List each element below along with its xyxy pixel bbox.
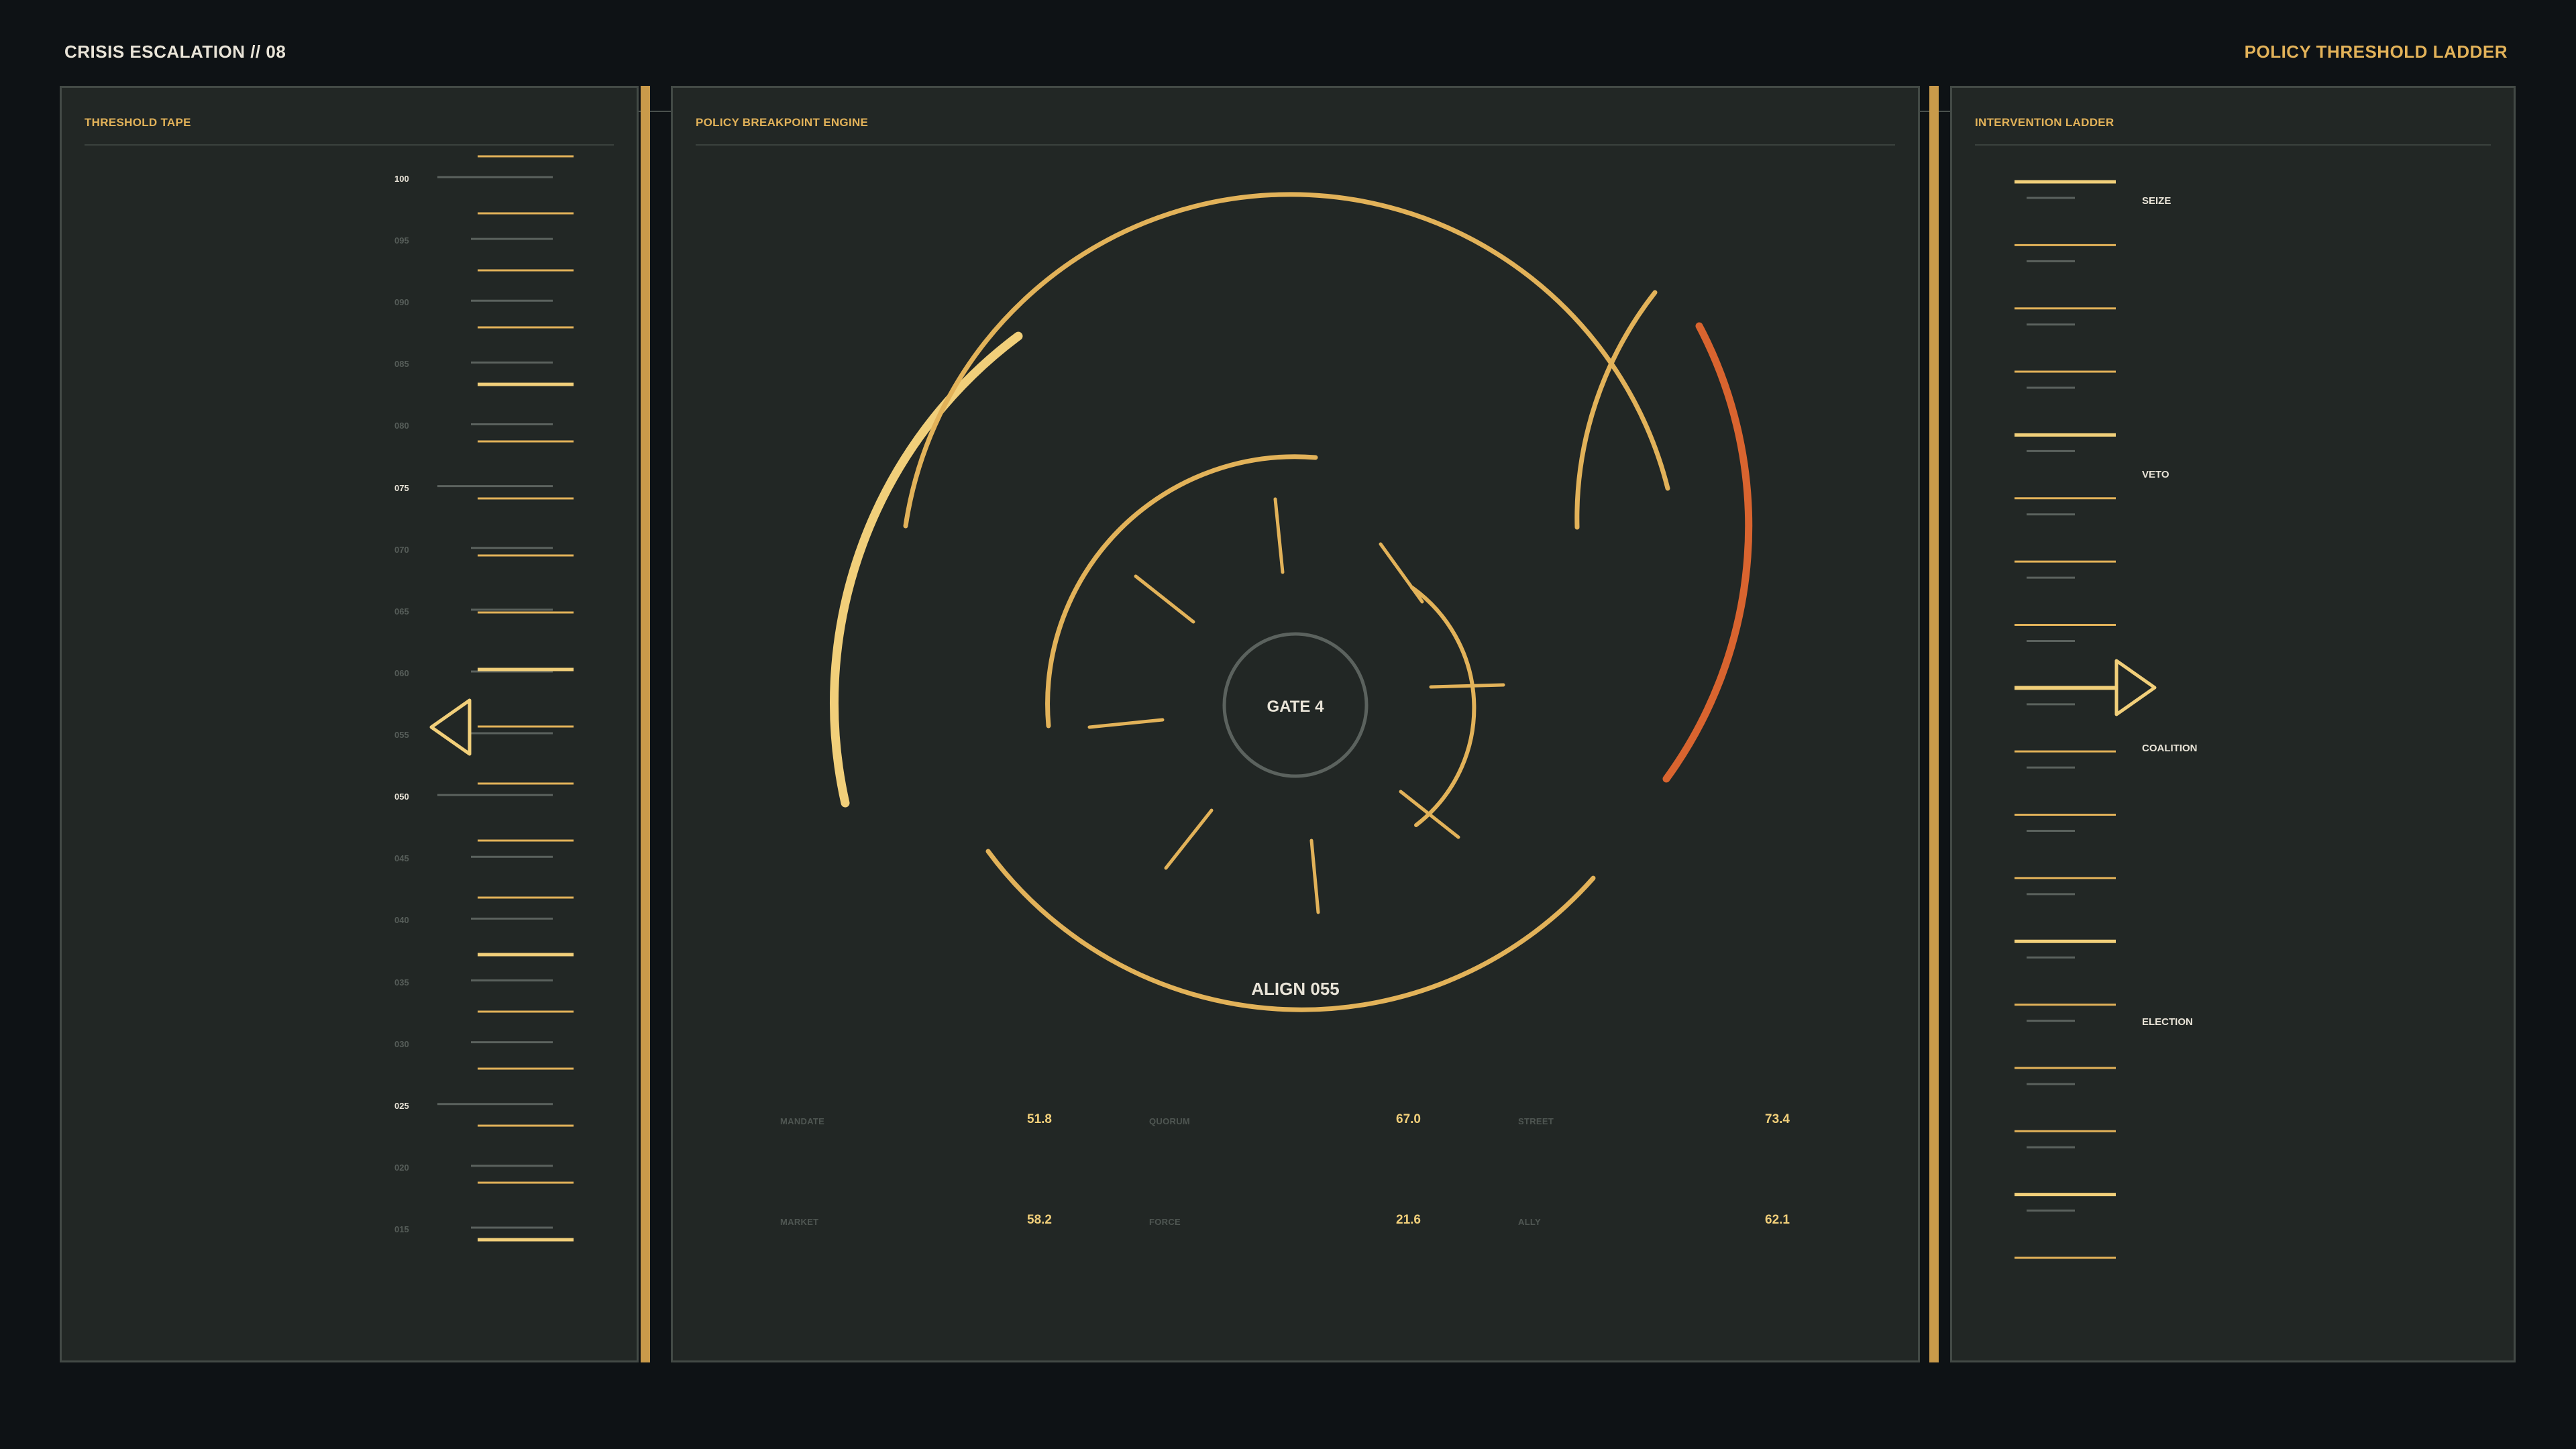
alert-arc bbox=[1662, 322, 1753, 783]
align-label: ALIGN 055 bbox=[1251, 979, 1340, 999]
metric-label: ALLY bbox=[1518, 1217, 1541, 1227]
metric-value: 73.4 bbox=[1765, 1112, 1790, 1126]
breakpoint-spoke bbox=[1309, 839, 1320, 914]
outer-ring-arc-highlight bbox=[829, 331, 1023, 808]
app-title: CRISIS ESCALATION // 08 bbox=[64, 42, 286, 62]
breakpoint-dial: GATE 4 ALIGN 055 bbox=[829, 192, 1753, 1012]
gate-label: GATE 4 bbox=[1267, 698, 1325, 716]
tape-ticks bbox=[429, 155, 574, 1242]
threshold-tape-panel: THRESHOLD TAPE 100 095 090 085 080 075 070 065 0… bbox=[60, 86, 639, 1362]
ladder-marker-icon bbox=[2114, 659, 2157, 716]
outer-ring-arc bbox=[903, 192, 1670, 529]
metric-label: MARKET bbox=[780, 1217, 819, 1227]
metric-label: QUORUM bbox=[1149, 1116, 1191, 1126]
breakpoint-spoke bbox=[1379, 542, 1424, 604]
section-title: POLICY THRESHOLD LADDER bbox=[2244, 42, 2508, 62]
metric-value: 67.0 bbox=[1396, 1112, 1421, 1126]
breakpoint-engine-panel: POLICY BREAKPOINT ENGINE GATE 4 ALIGN 05… bbox=[671, 86, 1920, 1362]
divider-rail bbox=[1929, 86, 1939, 1362]
divider-rail bbox=[641, 86, 650, 1362]
metric-value: 62.1 bbox=[1765, 1213, 1790, 1227]
intervention-ladder-panel: INTERVENTION LADDER SEIZE VETO COALITION EL… bbox=[1950, 86, 2516, 1362]
breakpoint-spoke bbox=[1399, 790, 1460, 839]
breakpoint-spoke bbox=[1134, 574, 1195, 624]
metric-value: 51.8 bbox=[1027, 1112, 1052, 1126]
metric-value: 58.2 bbox=[1027, 1213, 1052, 1227]
breakpoint-spoke bbox=[1273, 497, 1285, 574]
metric-label: FORCE bbox=[1149, 1217, 1181, 1227]
threshold-marker-icon bbox=[429, 698, 472, 756]
inner-ring-arc bbox=[1410, 586, 1477, 827]
outer-ring-arc bbox=[1574, 290, 1658, 530]
metric-label: MANDATE bbox=[780, 1116, 825, 1126]
breakpoint-spoke bbox=[1164, 808, 1214, 870]
breakpoint-spoke bbox=[1429, 683, 1505, 689]
metric-label: STREET bbox=[1518, 1116, 1554, 1126]
ladder-rungs bbox=[2015, 180, 2157, 1259]
inner-ring-arc bbox=[1045, 454, 1318, 729]
breakpoint-spoke bbox=[1087, 718, 1165, 729]
metric-value: 21.6 bbox=[1396, 1213, 1421, 1227]
